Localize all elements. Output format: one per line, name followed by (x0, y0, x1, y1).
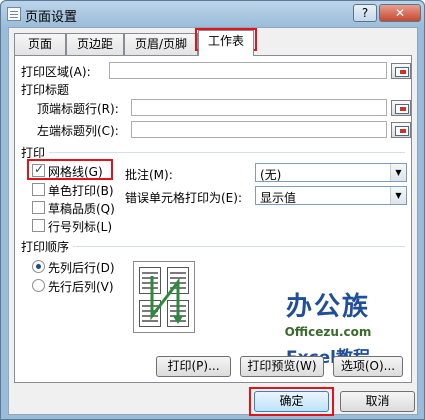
comments-dropdown[interactable]: (无) ▼ (255, 163, 407, 182)
tab-sheet[interactable]: 工作表 (198, 30, 254, 56)
close-button[interactable]: ✕ (379, 4, 421, 22)
print-titles-heading: 打印标题 (21, 83, 70, 97)
cols-collapse-icon[interactable] (391, 122, 411, 138)
print-divider (49, 152, 405, 153)
dialog-icon (7, 7, 21, 21)
logo-brand: 办公族 (285, 292, 370, 322)
draft-quality-label: 草稿品质(Q) (48, 202, 115, 216)
tab-header-footer[interactable]: 页眉/页脚 (124, 33, 198, 55)
black-white-checkbox[interactable] (32, 183, 45, 196)
chevron-down-icon[interactable]: ▼ (390, 187, 406, 204)
options-button[interactable]: 选项(O)... (333, 356, 403, 377)
print-preview-button[interactable]: 打印预览(W) (240, 356, 324, 377)
cols-to-repeat-input[interactable] (131, 121, 387, 138)
comments-value: (无) (260, 168, 282, 182)
over-then-down-label: 先行后列(V) (48, 280, 114, 294)
chevron-down-icon[interactable]: ▼ (390, 164, 406, 181)
dialog-body: 页面 页边距 页眉/页脚 工作表 打印区域(A): 打印标题 顶端标题行(R):… (8, 27, 418, 416)
gridlines-checkbox[interactable] (32, 162, 45, 177)
rows-collapse-icon[interactable] (391, 100, 411, 116)
print-button[interactable]: 打印(P)... (156, 356, 231, 377)
page-order-divider (73, 246, 405, 247)
order-arrow-icon (150, 276, 183, 324)
dialog-title: 页面设置 (25, 10, 78, 25)
cell-errors-dropdown[interactable]: 显示值 ▼ (255, 186, 407, 205)
officezu-logo: 办公族 Officezu.com Excel教程 (263, 286, 393, 368)
cols-to-repeat-label: 左端标题列(C): (37, 124, 119, 138)
sheet-tab-panel: 打印区域(A): 打印标题 顶端标题行(R): 左端标题列(C): 打印 网格线… (14, 55, 412, 383)
draft-quality-checkbox[interactable] (32, 201, 45, 214)
down-then-over-label: 先列后行(D) (48, 261, 115, 275)
over-then-down-radio[interactable] (32, 279, 45, 292)
rows-to-repeat-input[interactable] (131, 99, 387, 116)
logo-url: Officezu.com (284, 325, 372, 339)
ok-button[interactable]: 确定 (254, 391, 329, 412)
print-area-collapse-icon[interactable] (391, 63, 411, 79)
rows-to-repeat-label: 顶端标题行(R): (37, 102, 119, 116)
row-col-headings-label: 行号列标(L) (48, 220, 113, 234)
row-col-headings-checkbox[interactable] (32, 219, 45, 232)
tab-page[interactable]: 页面 (14, 33, 66, 55)
print-heading: 打印 (21, 146, 46, 160)
cancel-button[interactable]: 取消 (340, 391, 415, 412)
down-then-over-radio[interactable] (32, 260, 45, 273)
tab-margins[interactable]: 页边距 (66, 33, 124, 55)
title-bar[interactable]: 页面设置 ? ✕ (1, 1, 424, 27)
print-area-label: 打印区域(A): (21, 65, 91, 79)
page-order-preview (133, 261, 195, 333)
gridlines-label: 网格线(G) (48, 165, 103, 179)
print-area-input[interactable] (109, 62, 387, 79)
comments-label: 批注(M): (125, 168, 173, 182)
black-white-label: 单色打印(B) (48, 184, 114, 198)
page-order-heading: 打印顺序 (21, 240, 70, 254)
cell-errors-value: 显示值 (260, 191, 297, 205)
cell-errors-label: 错误单元格打印为(E): (125, 191, 242, 205)
page-setup-dialog: 页面设置 ? ✕ 页面 页边距 页眉/页脚 工作表 打印区域(A): 打印标题 … (0, 0, 425, 420)
help-button[interactable]: ? (353, 4, 377, 22)
